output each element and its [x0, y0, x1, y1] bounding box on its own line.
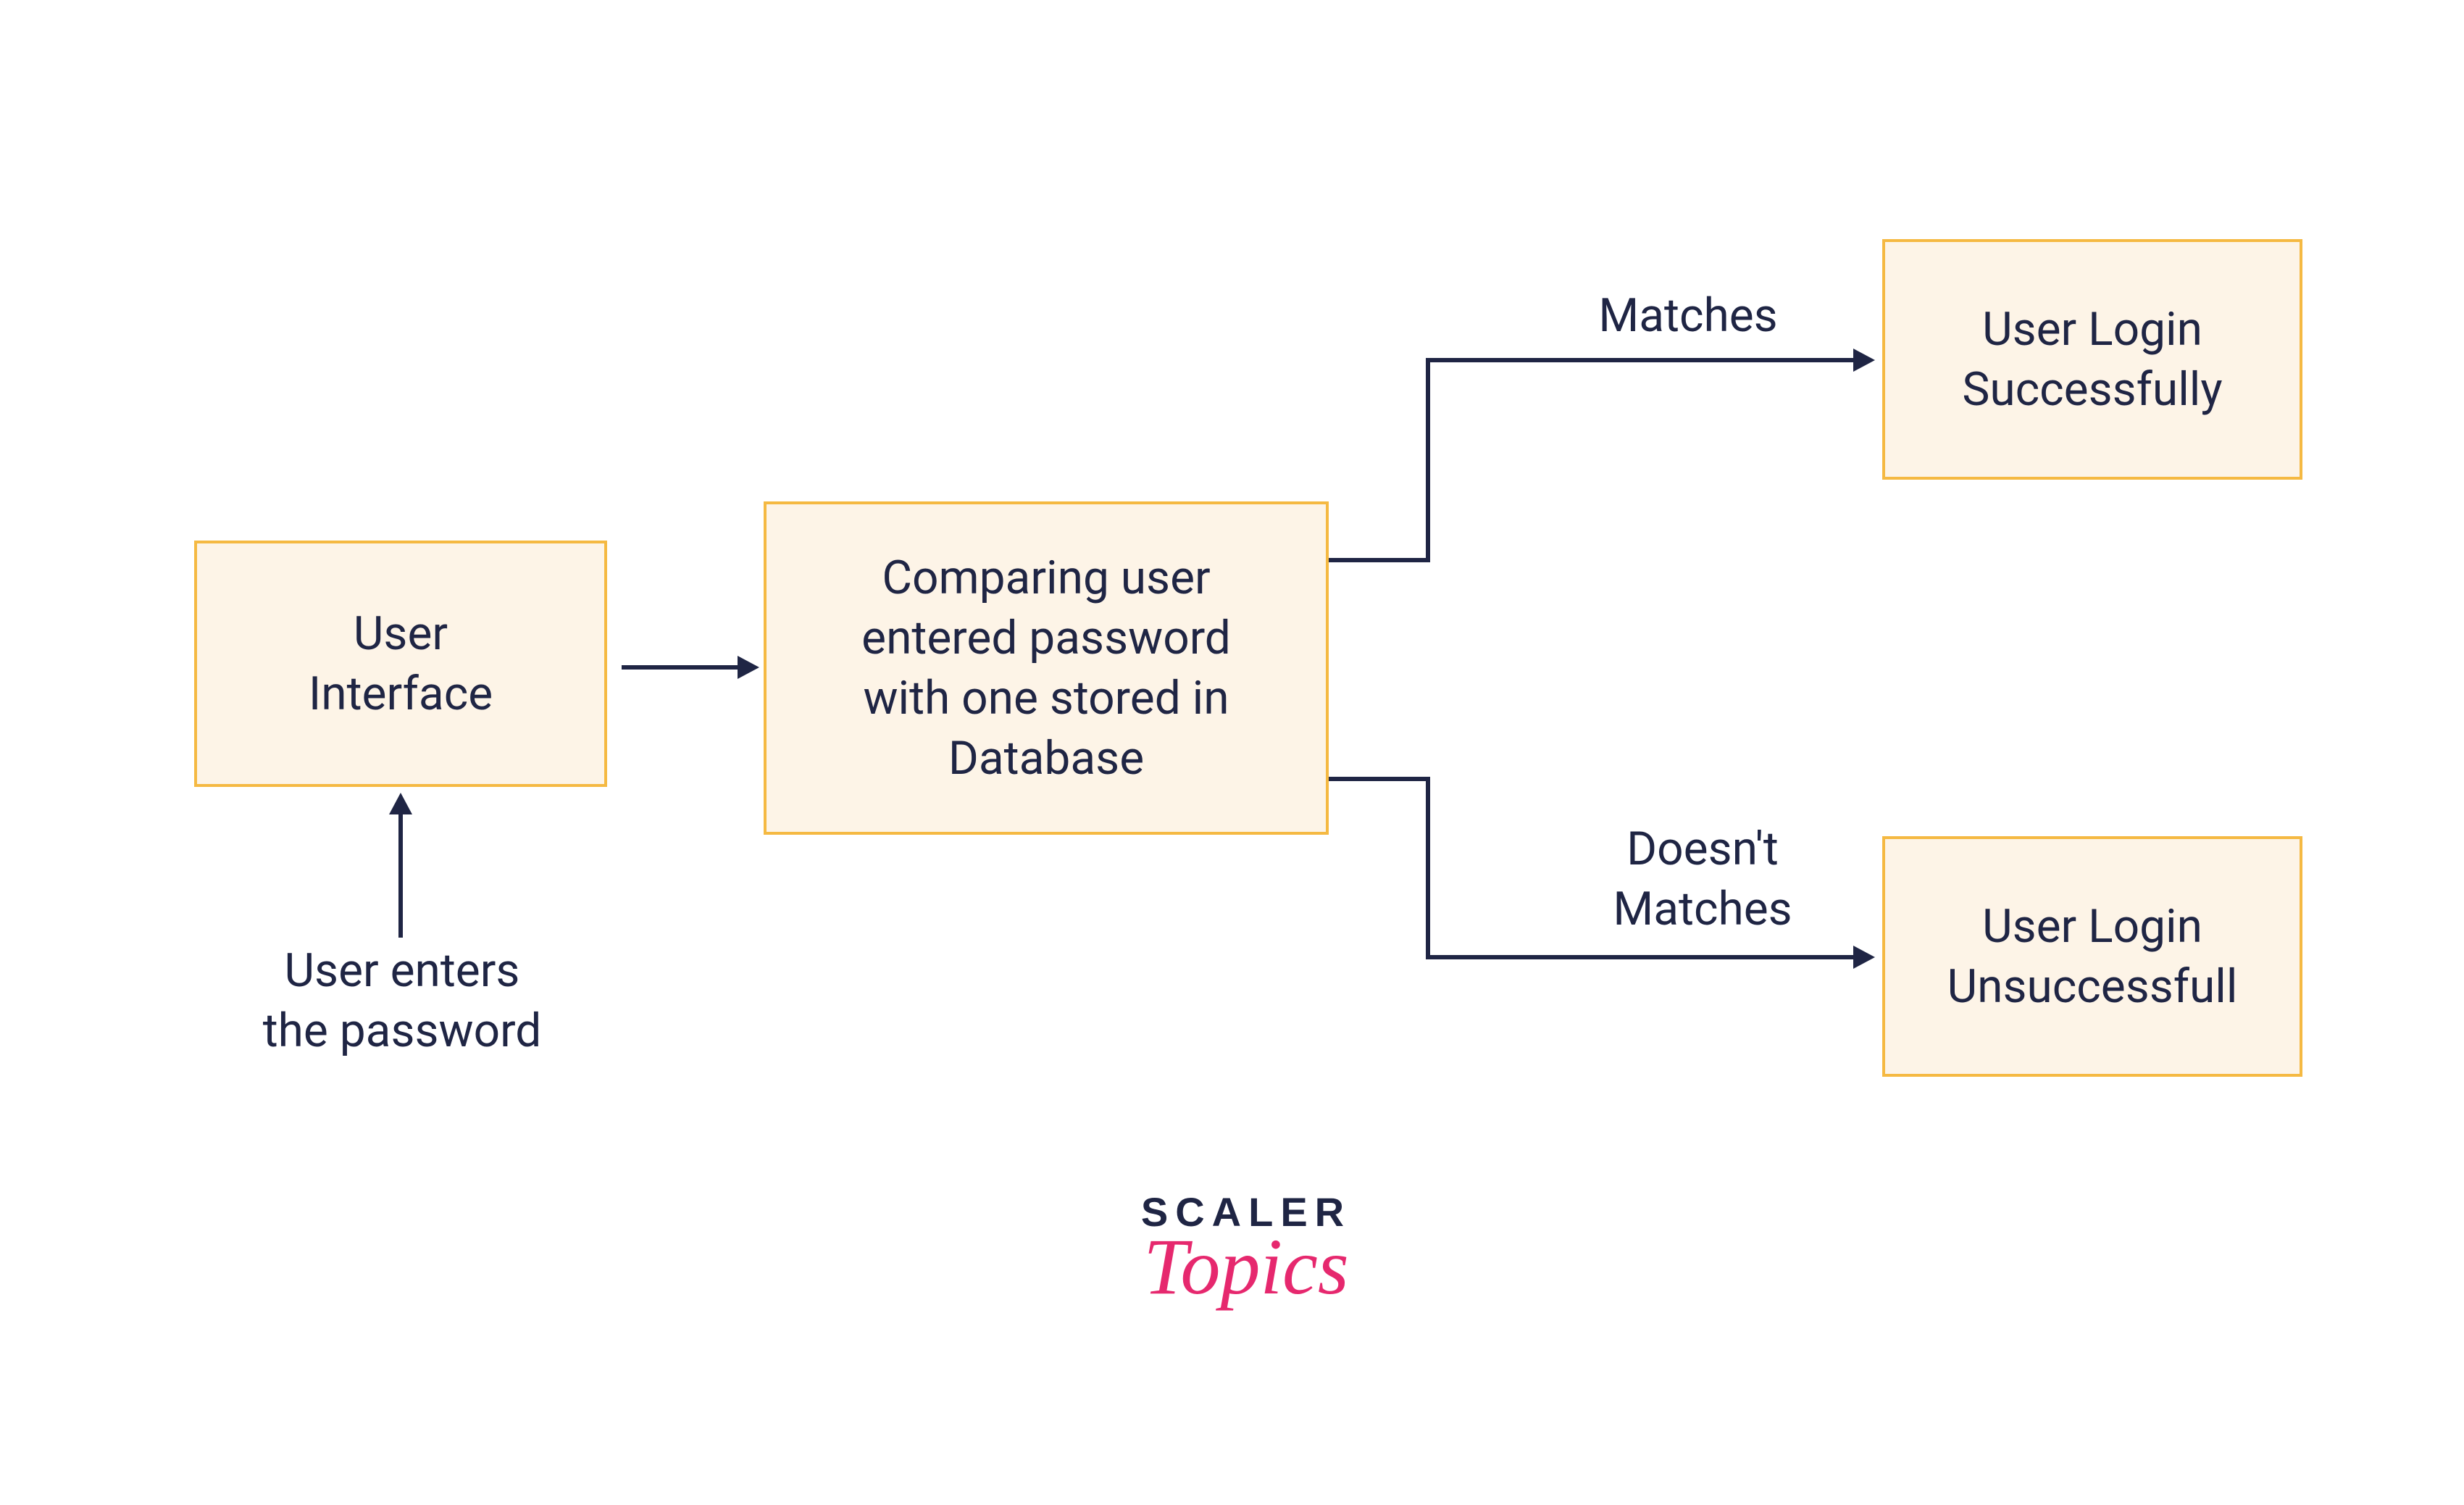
node-login-fail-text: User Login Unsuccessfull	[1947, 896, 2238, 1017]
arrow-compare-to-fail-h1	[1329, 777, 1430, 781]
arrow-compare-to-success-v	[1426, 358, 1430, 562]
brand-logo-topics: Topics	[1108, 1221, 1384, 1313]
label-enters-password: User enters the password	[225, 941, 580, 1061]
node-compare: Comparing user entered password with one…	[764, 501, 1329, 835]
arrow-enters-to-ui	[398, 814, 403, 938]
arrow-compare-to-fail-v	[1426, 777, 1430, 959]
arrow-enters-to-ui-head	[389, 793, 412, 814]
node-login-success-text: User Login Successfully	[1962, 299, 2222, 420]
node-user-interface: User Interface	[194, 541, 607, 787]
arrow-compare-to-fail-head	[1853, 946, 1875, 969]
node-user-interface-text: User Interface	[309, 604, 493, 724]
node-login-fail: User Login Unsuccessfull	[1882, 836, 2302, 1077]
arrow-compare-to-success-h1	[1329, 558, 1430, 562]
arrow-ui-to-compare	[622, 665, 738, 670]
brand-logo: SCALER Topics	[1108, 1188, 1384, 1313]
label-matches: Matches	[1565, 285, 1811, 346]
arrow-ui-to-compare-head	[738, 656, 759, 679]
node-compare-text: Comparing user entered password with one…	[861, 548, 1231, 789]
node-login-success: User Login Successfully	[1882, 239, 2302, 480]
label-doesnt-match: Doesn't Matches	[1579, 819, 1826, 939]
arrow-compare-to-fail-h2	[1426, 955, 1853, 959]
arrow-compare-to-success-h2	[1426, 358, 1853, 362]
arrow-compare-to-success-head	[1853, 349, 1875, 372]
